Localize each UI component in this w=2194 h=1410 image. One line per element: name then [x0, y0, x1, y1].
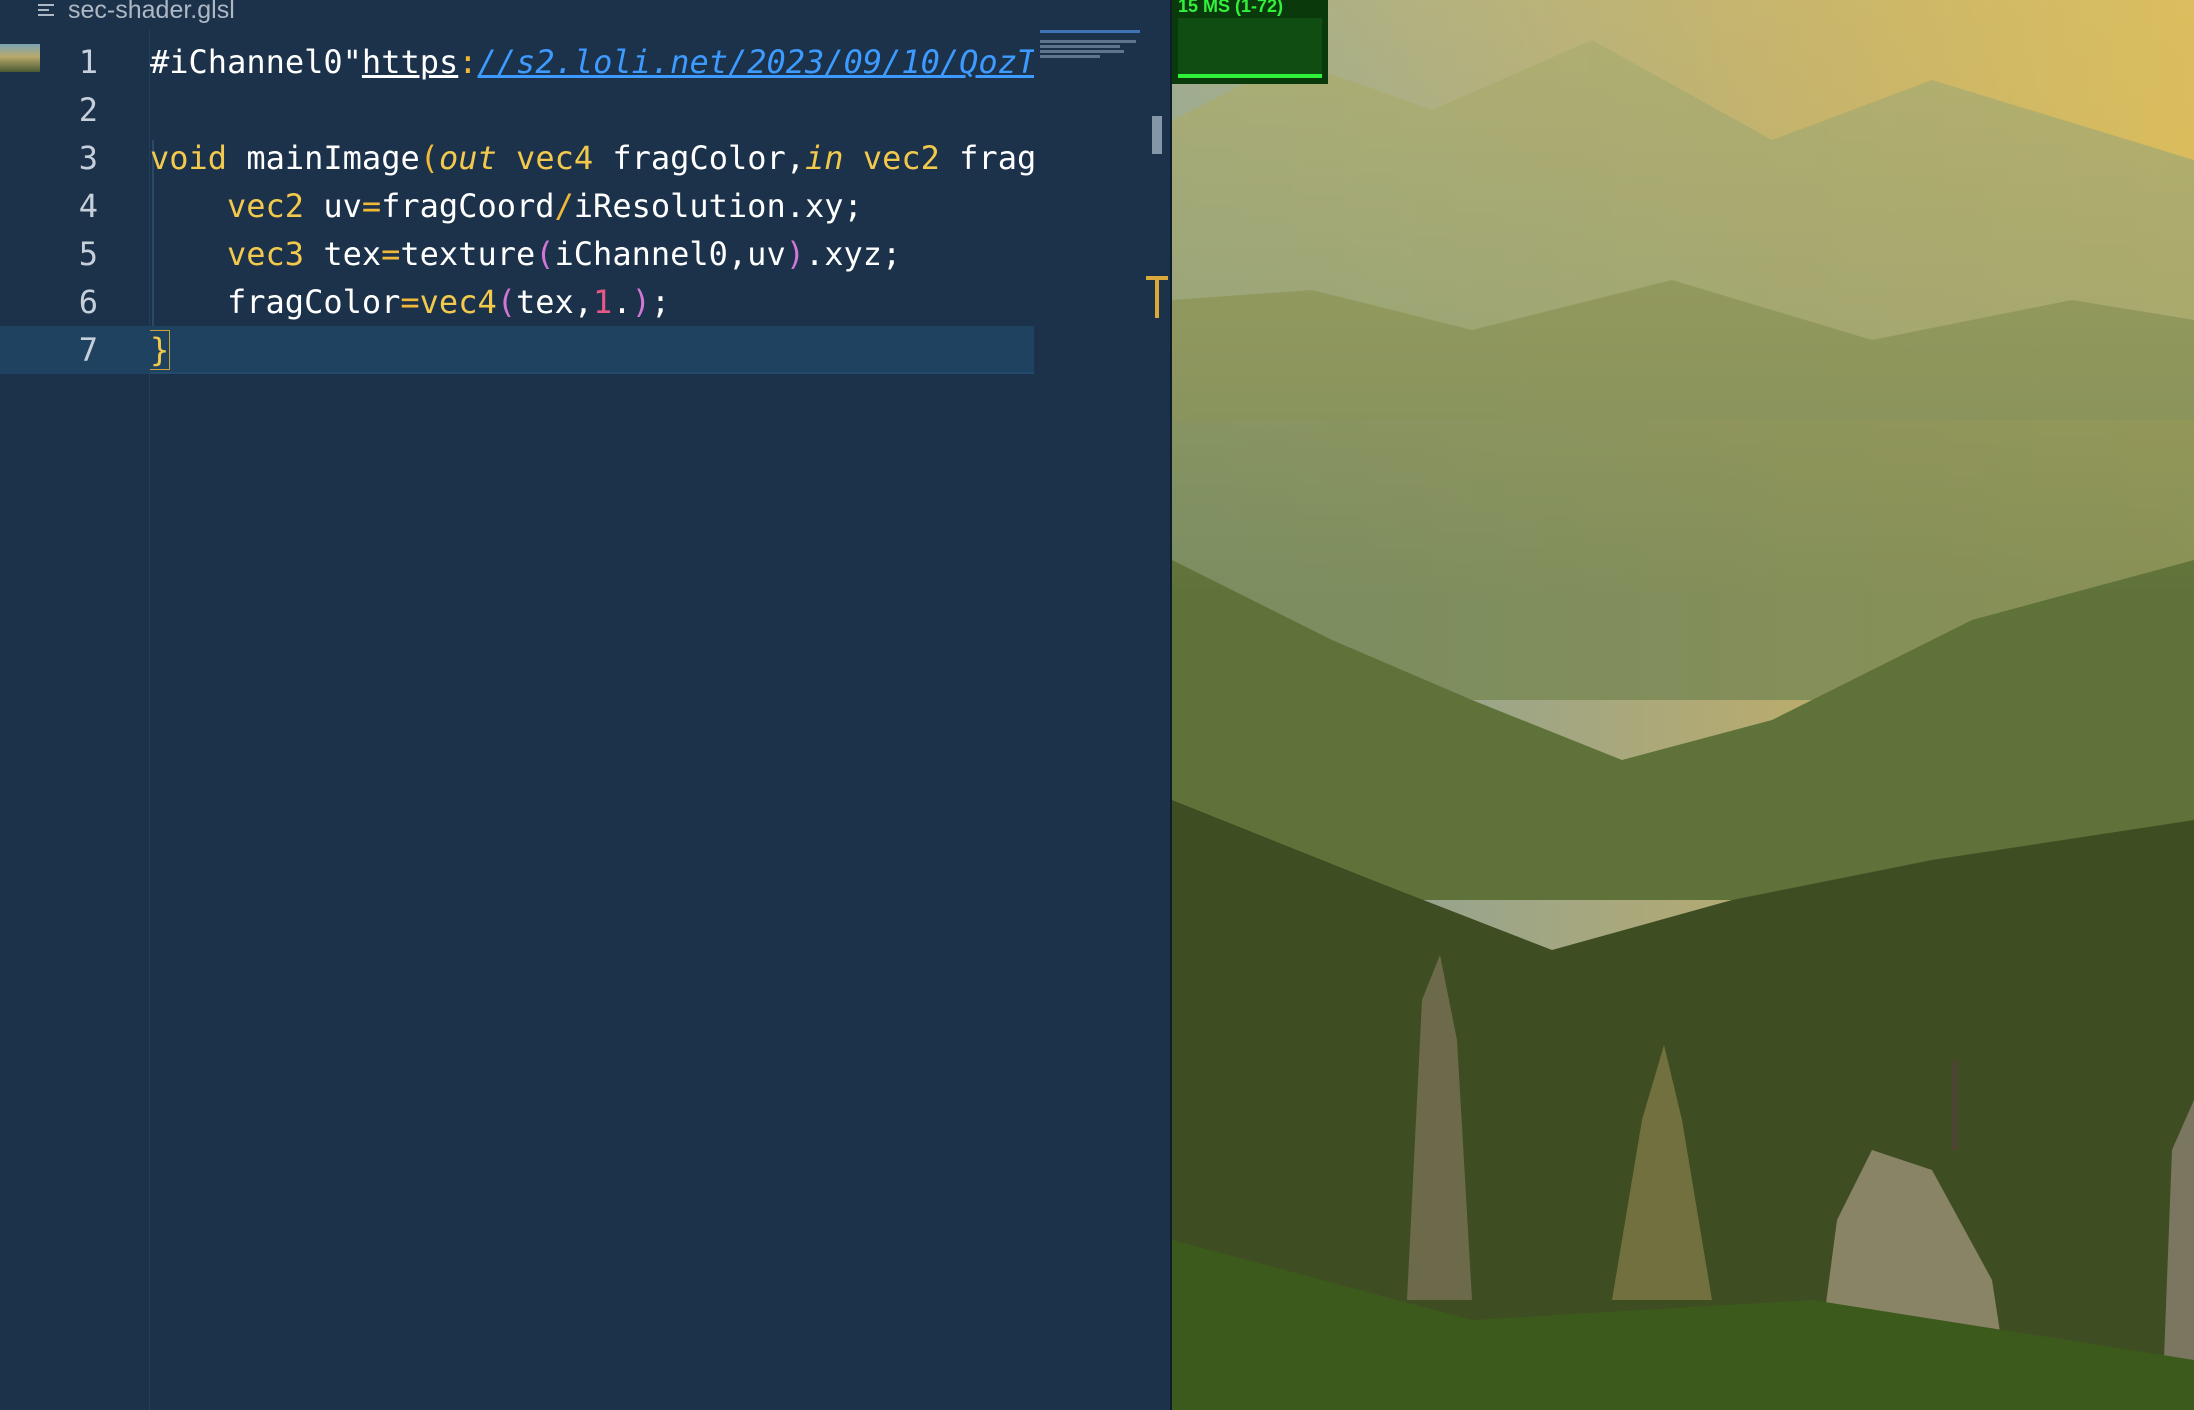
code-token: ; [650, 283, 671, 321]
line-number: 5 [78, 235, 98, 273]
code-token: ( [535, 235, 555, 273]
code-token: 1 [593, 283, 613, 321]
code-text[interactable]: #iChannel0"https://s2.loli.net/2023/09/1… [150, 38, 1034, 86]
code-text[interactable]: fragColor=vec4(tex,1.); [150, 278, 1034, 326]
code-line[interactable]: 6 fragColor=vec4(tex,1.); [0, 278, 1034, 326]
stats-graph [1178, 18, 1322, 78]
code-token: https [361, 43, 459, 81]
code-token: #iChannel0" [150, 43, 362, 81]
code-token: / [554, 187, 574, 225]
code-token: } [150, 330, 171, 370]
code-token: iResolution.xy; [573, 187, 863, 225]
code-token: mainImage [227, 139, 420, 177]
code-line[interactable]: 7} [0, 326, 1034, 374]
code-text[interactable]: void mainImage(out vec4 fragColor,in vec… [150, 134, 1034, 182]
code-text[interactable]: vec3 tex=texture(iChannel0,uv).xyz; [150, 230, 1034, 278]
code-token: vec4 [419, 283, 497, 321]
line-number: 4 [78, 187, 98, 225]
code-token: = [400, 283, 420, 321]
code-token: tex [304, 235, 382, 273]
code-text[interactable]: vec2 uv=fragCoord/iResolution.xy; [150, 182, 1034, 230]
code-token: //s2.loli.net/2023/09/10/QozT [477, 43, 1034, 81]
code-line[interactable]: 4 vec2 uv=fragCoord/iResolution.xy; [0, 182, 1034, 230]
code-lines[interactable]: 1 #iChannel0"https://s2.loli.net/2023/09/… [0, 38, 1034, 374]
code-token: fragColor, [593, 139, 806, 177]
code-token: = [381, 235, 401, 273]
scrollbar-thumb[interactable] [1152, 116, 1162, 154]
code-token: ) [631, 283, 651, 321]
code-line[interactable]: 1 #iChannel0"https://s2.loli.net/2023/09/… [0, 38, 1034, 86]
code-token: tex, [515, 283, 594, 321]
code-token: : [458, 43, 478, 81]
code-line[interactable]: 3 void mainImage(out vec4 fragColor,in ve… [0, 134, 1034, 182]
code-token: void [150, 139, 228, 177]
code-token: ( [419, 139, 439, 177]
code-token: = [361, 187, 382, 225]
code-text[interactable]: } [150, 326, 1034, 374]
file-lines-icon [38, 4, 56, 18]
code-editor[interactable]: sec-shader.glsl 1 #iChannel0"https://s2.l… [0, 0, 1170, 1410]
code-token: ( [496, 283, 516, 321]
shader-preview[interactable] [1172, 0, 2194, 1410]
line-number: 2 [78, 91, 98, 129]
code-token: vec4 [516, 139, 594, 177]
stats-label: 15 MS (1-72) [1178, 0, 1284, 16]
text-cursor-icon [1146, 276, 1168, 318]
line-number: 1 [78, 43, 98, 81]
code-token: in [805, 139, 844, 177]
code-token: vec3 [227, 235, 305, 273]
code-token: frag [939, 139, 1034, 177]
code-token: texture [400, 235, 536, 273]
breadcrumb-filename[interactable]: sec-shader.glsl [68, 0, 235, 25]
breadcrumb[interactable]: sec-shader.glsl [0, 0, 1170, 28]
code-token: fragColor [227, 283, 401, 321]
code-token: ) [785, 235, 805, 273]
code-token: vec2 [862, 139, 940, 177]
code-token: vec2 [227, 187, 305, 225]
code-line[interactable]: 5 vec3 tex=texture(iChannel0,uv).xyz; [0, 230, 1034, 278]
minimap[interactable] [1040, 30, 1150, 70]
line-number: 6 [78, 283, 98, 321]
code-token: out [438, 139, 497, 177]
code-token: fragCoord [381, 187, 555, 225]
fps-stats-panel: 15 MS (1-72) [1172, 0, 1328, 84]
code-line[interactable]: 2 [0, 86, 1034, 134]
code-token: uv [304, 187, 362, 225]
code-token: iChannel0,uv [554, 235, 786, 273]
code-token: .xyz; [804, 235, 902, 273]
line-number: 7 [78, 331, 98, 369]
code-token: . [612, 283, 632, 321]
mountain-landscape-image [1172, 0, 2194, 1410]
line-number: 3 [78, 139, 98, 177]
